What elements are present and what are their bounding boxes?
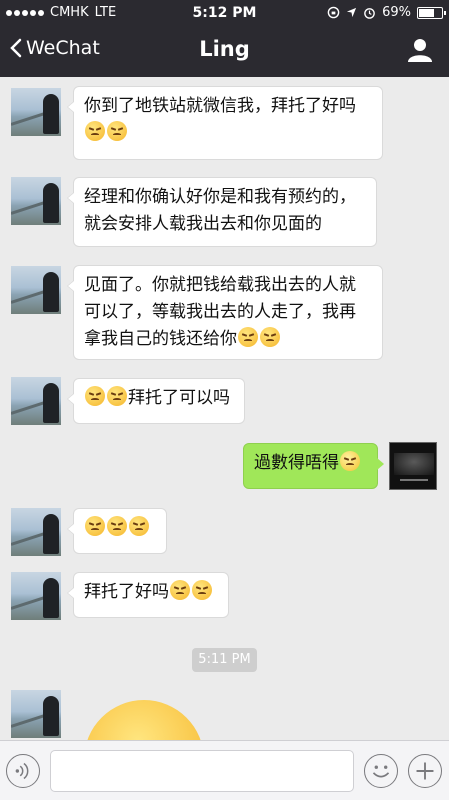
message-bubble[interactable]: 经理和你确认好你是和我有预约的，就会安排人载我出去和你见面的	[67, 177, 377, 247]
angry-face-icon	[129, 516, 149, 536]
nav-bar: WeChat Ling	[0, 26, 449, 77]
battery-percent: 69%	[382, 5, 411, 20]
message-text: 過數得唔得	[254, 453, 339, 473]
angry-face-icon	[192, 580, 212, 600]
message-input[interactable]	[50, 750, 354, 792]
message-text: 你到了地铁站就微信我，拜托了好吗	[84, 96, 356, 116]
message-timestamp: 5:11 PM	[192, 648, 257, 672]
message-bubble[interactable]: 拜托了可以吗	[67, 378, 245, 424]
message-text: 拜托了可以吗	[128, 388, 230, 408]
avatar-ling[interactable]	[11, 88, 61, 136]
input-bar	[0, 740, 449, 800]
message-text: 经理和你确认好你是和我有预约的，就会安排人载我出去和你见面的	[84, 187, 356, 234]
avatar-ling[interactable]	[11, 377, 61, 425]
angry-face-icon	[107, 516, 127, 536]
avatar-ling[interactable]	[11, 508, 61, 556]
message-bubble[interactable]: 见面了。你就把钱给载我出去的人就可以了，等载我出去的人走了，我再拿我自己的钱还给…	[67, 265, 383, 360]
add-attachment-icon[interactable]	[408, 754, 442, 788]
avatar-ling[interactable]	[11, 572, 61, 620]
contact-profile-icon[interactable]	[407, 37, 433, 63]
message-bubble[interactable]: 你到了地铁站就微信我，拜托了好吗	[67, 86, 383, 160]
angry-face-icon	[85, 516, 105, 536]
angry-face-icon	[260, 327, 280, 347]
my-avatar[interactable]	[389, 442, 437, 490]
location-icon	[347, 7, 357, 18]
angry-face-icon	[170, 580, 190, 600]
my-message-bubble[interactable]: 過數得唔得	[243, 443, 384, 489]
angry-face-icon	[238, 327, 258, 347]
alarm-icon	[364, 8, 375, 19]
angry-face-icon	[85, 386, 105, 406]
battery-icon	[417, 6, 446, 19]
dizzy-face-icon	[340, 451, 360, 471]
voice-input-icon[interactable]	[6, 754, 40, 788]
top-bar: CMHK LTE 5:12 PM 69% WeChat Ling	[0, 0, 449, 77]
message-text: 见面了。你就把钱给载我出去的人就可以了，等载我出去的人走了，我再拿我自己的钱还给…	[84, 275, 356, 349]
message-bubble[interactable]: 拜托了好吗	[67, 572, 229, 618]
avatar-ling[interactable]	[11, 266, 61, 314]
emoji-picker-icon[interactable]	[364, 754, 398, 788]
chat-title: Ling	[199, 37, 250, 61]
rotation-lock-icon	[327, 6, 340, 19]
status-bar: CMHK LTE 5:12 PM 69%	[0, 0, 449, 26]
avatar-ling[interactable]	[11, 690, 61, 738]
avatar-ling[interactable]	[11, 177, 61, 225]
message-bubble[interactable]	[67, 508, 167, 554]
message-text: 拜托了好吗	[84, 582, 169, 602]
angry-face-icon	[85, 121, 105, 141]
angry-face-icon	[107, 121, 127, 141]
angry-face-icon	[107, 386, 127, 406]
